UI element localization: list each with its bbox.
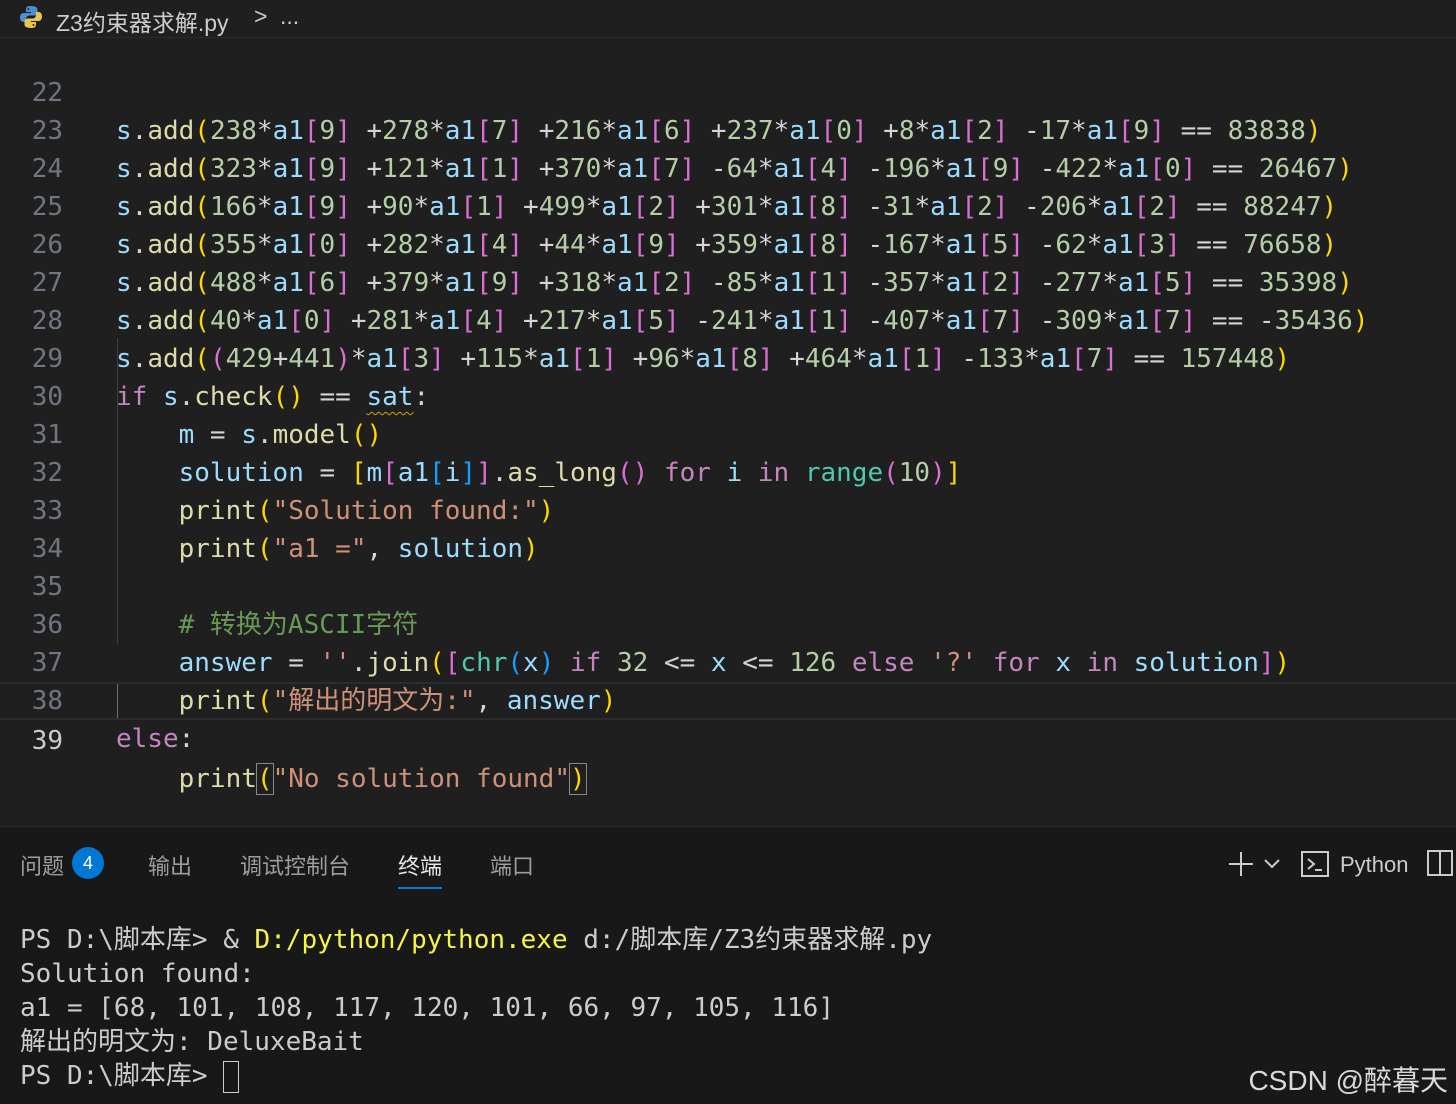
code-line[interactable]: 37 print("解出的明文为:", answer) [0, 606, 1456, 716]
code-line[interactable]: 29 if s.check() == sat: [0, 302, 1456, 412]
python-file-icon [20, 6, 42, 28]
breadcrumb-more[interactable]: ... [280, 3, 299, 30]
line-code: print("No solution found") [178, 763, 587, 795]
problems-count-badge: 4 [72, 847, 104, 879]
code-line[interactable]: 31 solution = [m[a1[i]].as_long() for i … [0, 378, 1456, 488]
terminal-output[interactable]: PS D:\脚本库> & D:/python/python.exe d:/脚本库… [20, 923, 932, 1093]
terminal-script: d:/脚本库/Z3约束器求解.py [567, 925, 933, 955]
watermark: CSDN @醉暮天 [1248, 1065, 1448, 1096]
code-line[interactable]: 38 else: [0, 644, 1456, 754]
panel-tabs: 问题 4 输出 调试控制台 终端 端口 Python [0, 827, 1456, 897]
bottom-panel: 问题 4 输出 调试控制台 终端 端口 Python PS D:\脚本库> & … [0, 826, 1456, 1104]
line-code: else: [116, 724, 195, 754]
code-line[interactable]: 25 s.add(355*a1[0] +282*a1[4] +44*a1[9] … [0, 150, 1456, 260]
code-line[interactable]: 26 s.add(488*a1[6] +379*a1[9] +318*a1[2]… [0, 188, 1456, 298]
line-number: 39 [31, 726, 63, 756]
code-line[interactable]: 33 print("a1 =", solution) [0, 454, 1456, 564]
tab-ports[interactable]: 端口 [490, 849, 534, 881]
terminal-line: a1 = [68, 101, 108, 117, 120, 101, 66, 9… [20, 993, 834, 1023]
code-line[interactable]: 24 s.add(166*a1[9] +90*a1[1] +499*a1[2] … [0, 112, 1456, 222]
terminal-amp: & [223, 925, 255, 955]
code-line[interactable]: 35 # 转换为ASCII字符 [0, 530, 1456, 640]
code-line[interactable]: 27 s.add(40*a1[0] +281*a1[4] +217*a1[5] … [0, 226, 1456, 336]
breadcrumb-file[interactable]: Z3约束器求解.py [56, 4, 229, 38]
split-terminal-icon[interactable] [1426, 849, 1454, 877]
code-line[interactable]: 28 s.add((429+441)*a1[3] +115*a1[1] +96*… [0, 264, 1456, 374]
breadcrumb: Z3约束器求解.py > ... [0, 0, 1456, 38]
terminal-profile-label[interactable]: Python [1340, 852, 1409, 878]
terminal-prompt: PS D:\脚本库> [20, 925, 224, 955]
terminal-line: 解出的明文为: DeluxeBait [20, 1027, 364, 1057]
code-line[interactable]: 23 s.add(323*a1[9] +121*a1[1] +370*a1[7]… [0, 74, 1456, 184]
code-line[interactable]: 32 print("Solution found:") [0, 416, 1456, 526]
tab-output[interactable]: 输出 [148, 849, 192, 881]
tab-problems[interactable]: 问题 [20, 849, 64, 881]
code-line-current[interactable]: 39 print("No solution found") [0, 682, 1456, 795]
terminal-prompt: PS D:\脚本库> [20, 1061, 224, 1091]
terminal-exe: D:/python/python.exe [254, 925, 568, 955]
terminal-icon [1301, 851, 1329, 877]
code-editor[interactable]: 22 s.add(238*a1[9] +278*a1[7] +216*a1[6]… [0, 38, 1456, 824]
code-line[interactable]: 36 answer = ''.join([chr(x) if 32 <= x <… [0, 568, 1456, 678]
terminal-cursor [223, 1060, 240, 1093]
chevron-down-icon[interactable] [1262, 855, 1282, 871]
code-line[interactable]: 34 [0, 492, 1456, 564]
terminal-line: Solution found: [20, 959, 255, 989]
tab-terminal[interactable]: 终端 [398, 849, 443, 889]
code-line[interactable]: 22 s.add(238*a1[9] +278*a1[7] +216*a1[6]… [0, 36, 1456, 146]
plus-icon[interactable] [1226, 849, 1256, 879]
breadcrumb-separator: > [254, 3, 268, 29]
code-line[interactable]: 30 m = s.model() [0, 340, 1456, 450]
tab-debug-console[interactable]: 调试控制台 [240, 849, 350, 881]
